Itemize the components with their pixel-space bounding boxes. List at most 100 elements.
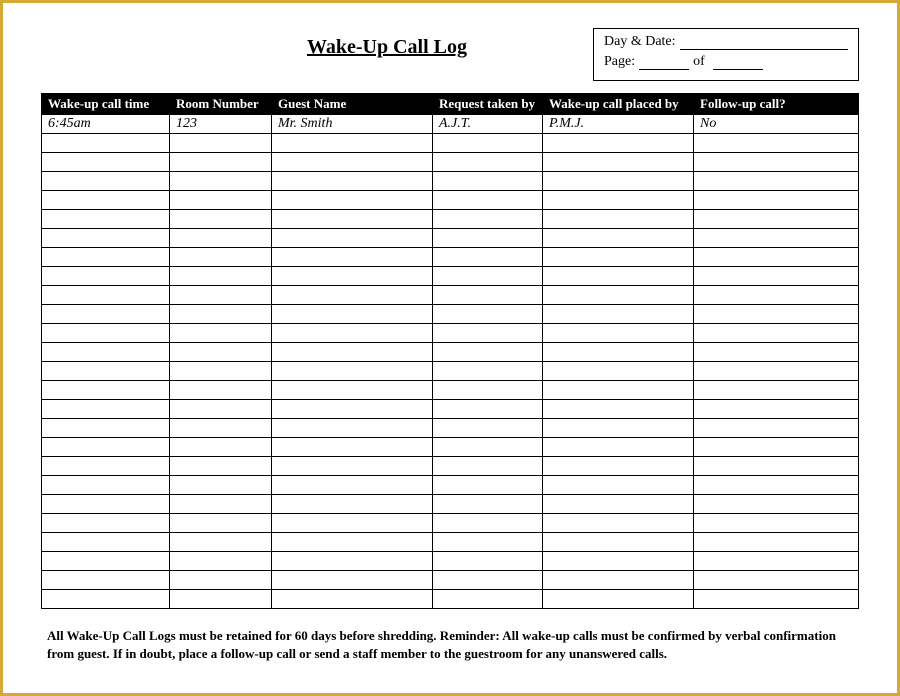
cell-room[interactable]: [170, 172, 272, 191]
cell-follow[interactable]: [694, 495, 859, 514]
cell-room[interactable]: [170, 191, 272, 210]
cell-placed[interactable]: [543, 362, 694, 381]
cell-room[interactable]: [170, 552, 272, 571]
cell-follow[interactable]: [694, 153, 859, 172]
cell-placed[interactable]: [543, 590, 694, 609]
page-total-field[interactable]: [713, 54, 763, 70]
cell-req[interactable]: [433, 343, 543, 362]
cell-room[interactable]: [170, 305, 272, 324]
cell-placed[interactable]: [543, 210, 694, 229]
cell-time[interactable]: [42, 172, 170, 191]
cell-follow[interactable]: [694, 400, 859, 419]
cell-time[interactable]: [42, 134, 170, 153]
cell-req[interactable]: [433, 533, 543, 552]
cell-req[interactable]: [433, 590, 543, 609]
cell-req[interactable]: [433, 438, 543, 457]
cell-time[interactable]: [42, 267, 170, 286]
cell-placed[interactable]: [543, 229, 694, 248]
cell-room[interactable]: [170, 419, 272, 438]
cell-time[interactable]: [42, 400, 170, 419]
cell-follow[interactable]: [694, 552, 859, 571]
cell-req[interactable]: [433, 419, 543, 438]
cell-follow[interactable]: [694, 571, 859, 590]
cell-req[interactable]: [433, 267, 543, 286]
cell-req[interactable]: [433, 229, 543, 248]
cell-guest[interactable]: [272, 324, 433, 343]
cell-room[interactable]: [170, 343, 272, 362]
cell-guest[interactable]: [272, 552, 433, 571]
cell-follow[interactable]: [694, 438, 859, 457]
cell-placed[interactable]: [543, 248, 694, 267]
cell-req[interactable]: [433, 457, 543, 476]
cell-req[interactable]: [433, 305, 543, 324]
cell-req[interactable]: [433, 172, 543, 191]
cell-placed[interactable]: [543, 191, 694, 210]
cell-guest[interactable]: [272, 267, 433, 286]
cell-guest[interactable]: [272, 571, 433, 590]
cell-guest[interactable]: [272, 438, 433, 457]
cell-req[interactable]: [433, 552, 543, 571]
cell-placed[interactable]: [543, 495, 694, 514]
cell-placed[interactable]: [543, 286, 694, 305]
cell-follow[interactable]: [694, 362, 859, 381]
cell-room[interactable]: [170, 476, 272, 495]
cell-follow[interactable]: [694, 210, 859, 229]
cell-req[interactable]: [433, 191, 543, 210]
cell-placed[interactable]: [543, 343, 694, 362]
cell-placed[interactable]: [543, 571, 694, 590]
cell-time[interactable]: [42, 324, 170, 343]
cell-placed[interactable]: [543, 305, 694, 324]
cell-time[interactable]: [42, 381, 170, 400]
cell-follow[interactable]: [694, 191, 859, 210]
cell-room[interactable]: [170, 248, 272, 267]
cell-req[interactable]: [433, 286, 543, 305]
cell-time[interactable]: [42, 571, 170, 590]
cell-follow[interactable]: [694, 305, 859, 324]
cell-follow[interactable]: [694, 419, 859, 438]
cell-follow[interactable]: [694, 229, 859, 248]
cell-follow[interactable]: [694, 267, 859, 286]
cell-guest[interactable]: [272, 172, 433, 191]
cell-guest[interactable]: [272, 191, 433, 210]
cell-placed[interactable]: [543, 438, 694, 457]
cell-room[interactable]: [170, 134, 272, 153]
cell-follow[interactable]: [694, 286, 859, 305]
cell-guest[interactable]: [272, 514, 433, 533]
cell-placed[interactable]: [543, 514, 694, 533]
cell-guest[interactable]: [272, 362, 433, 381]
cell-follow[interactable]: [694, 590, 859, 609]
cell-room[interactable]: [170, 438, 272, 457]
cell-req[interactable]: [433, 324, 543, 343]
cell-follow[interactable]: [694, 476, 859, 495]
cell-follow[interactable]: [694, 248, 859, 267]
cell-req[interactable]: [433, 362, 543, 381]
cell-req[interactable]: [433, 134, 543, 153]
cell-room[interactable]: [170, 267, 272, 286]
cell-guest[interactable]: [272, 495, 433, 514]
cell-guest[interactable]: [272, 134, 433, 153]
cell-room[interactable]: [170, 533, 272, 552]
cell-placed[interactable]: [543, 400, 694, 419]
cell-guest[interactable]: [272, 419, 433, 438]
cell-time[interactable]: [42, 533, 170, 552]
cell-guest[interactable]: [272, 305, 433, 324]
cell-placed[interactable]: [543, 172, 694, 191]
cell-follow[interactable]: No: [694, 115, 859, 134]
cell-room[interactable]: [170, 324, 272, 343]
cell-guest[interactable]: [272, 343, 433, 362]
cell-time[interactable]: [42, 191, 170, 210]
cell-follow[interactable]: [694, 457, 859, 476]
cell-room[interactable]: [170, 381, 272, 400]
cell-follow[interactable]: [694, 533, 859, 552]
cell-req[interactable]: [433, 153, 543, 172]
cell-time[interactable]: [42, 305, 170, 324]
cell-time[interactable]: [42, 229, 170, 248]
cell-follow[interactable]: [694, 172, 859, 191]
cell-placed[interactable]: [543, 552, 694, 571]
cell-guest[interactable]: [272, 476, 433, 495]
cell-follow[interactable]: [694, 343, 859, 362]
cell-time[interactable]: [42, 419, 170, 438]
cell-guest[interactable]: [272, 457, 433, 476]
cell-time[interactable]: 6:45am: [42, 115, 170, 134]
page-field[interactable]: [639, 54, 689, 70]
